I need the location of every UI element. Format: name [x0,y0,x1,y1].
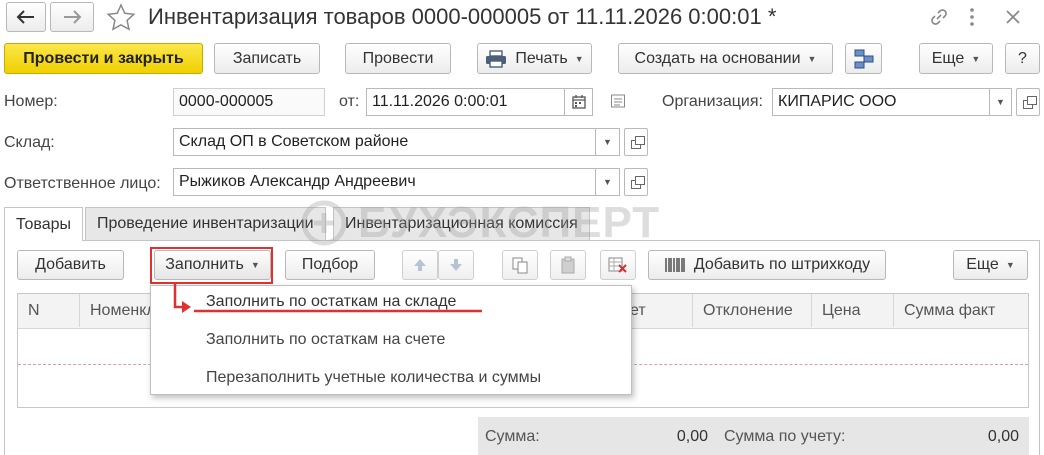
barcode-icon [665,258,685,272]
column-header-sum-fact[interactable]: Сумма факт [894,294,1028,327]
post-button[interactable]: Провести [345,43,451,74]
copy-button[interactable] [502,250,538,280]
move-up-button[interactable] [402,250,438,280]
menu-item-fill-by-account[interactable]: Заполнить по остаткам на счете [206,331,445,349]
window-title: Инвентаризация товаров 0000-000005 от 11… [148,4,777,29]
chevron-down-icon: ▼ [574,53,584,64]
post-and-close-button[interactable]: Провести и закрыть [4,43,203,74]
table-more-label: Еще [966,256,999,273]
save-button[interactable]: Записать [214,43,320,74]
warehouse-dropdown-button[interactable]: ▼ [596,128,620,156]
forward-button[interactable] [50,2,94,32]
organization-dropdown-button[interactable]: ▼ [990,88,1012,116]
sum-value: 0,00 [676,428,708,445]
tab-inventory-posting[interactable]: Проведение инвентаризации [85,207,326,240]
chevron-down-icon: ▼ [807,53,817,64]
more-button[interactable]: Еще ▼ [919,43,993,74]
selection-button[interactable]: Подбор [285,250,375,280]
chevron-down-icon: ▼ [1005,260,1015,270]
annotation-arrow [173,282,482,313]
responsible-open-button[interactable] [624,168,648,196]
organization-open-button[interactable] [1016,88,1040,116]
link-icon[interactable] [928,6,950,28]
paste-button[interactable] [550,250,586,280]
create-based-on-label: Создать на основании [634,49,801,67]
date-field[interactable]: 11.11.2026 0:00:01 [366,88,565,116]
table-more-button[interactable]: Еще ▼ [953,250,1028,280]
tab-goods[interactable]: Товары [4,207,84,241]
star-icon[interactable] [106,3,136,31]
date-label: от: [339,93,360,110]
document-history-icon[interactable] [610,93,626,109]
calendar-icon [571,95,586,109]
fill-button-highlight-frame [150,247,273,284]
more-vertical-icon[interactable] [966,6,978,28]
add-row-button[interactable]: Добавить [17,250,124,280]
back-button[interactable] [6,2,46,32]
structure-button[interactable] [845,43,882,74]
paste-icon [561,256,575,274]
sum-account-label: Сумма по учету: [724,428,846,445]
printer-icon [486,49,507,68]
print-label: Печать [515,49,568,67]
arrow-up-icon [414,259,426,271]
number-field[interactable]: 0000-000005 [173,88,325,116]
create-based-on-button[interactable]: Создать на основании ▼ [618,43,833,74]
menu-item-refill-quantities[interactable]: Перезаполнить учетные количества и суммы [206,369,541,387]
warehouse-label: Склад: [4,134,55,151]
arrow-down-icon [450,259,462,271]
sum-label: Сумма: [485,428,540,445]
responsible-dropdown-button[interactable]: ▼ [596,168,620,196]
add-by-barcode-label: Добавить по штрихкоду [693,256,871,273]
add-by-barcode-button[interactable]: Добавить по штрихкоду [648,250,886,280]
more-label: Еще [931,49,965,67]
organization-label: Организация: [662,93,763,110]
responsible-label: Ответственное лицо: [4,175,161,192]
chevron-down-icon: ▼ [971,53,981,64]
arrow-left-icon [16,10,34,24]
calendar-button[interactable] [565,88,593,116]
print-button[interactable]: Печать ▼ [477,43,592,74]
close-icon[interactable] [1004,8,1022,26]
tab-inventory-commission[interactable]: Инвентаризационная комиссия [333,207,590,240]
copy-icon [512,257,528,274]
clear-table-icon [608,257,627,273]
column-header-n[interactable]: N [18,294,80,327]
sum-account-value: 0,00 [987,428,1019,445]
move-down-button[interactable] [438,250,474,280]
warehouse-field[interactable]: Склад ОП в Советском районе [173,128,596,156]
organization-field[interactable]: КИПАРИС ООО [772,88,990,116]
number-label: Номер: [4,93,58,110]
responsible-field[interactable]: Рыжиков Александр Андреевич [173,168,596,196]
column-header-price[interactable]: Цена [812,294,894,327]
help-button[interactable]: ? [1005,43,1040,74]
arrow-right-icon [64,10,82,24]
warehouse-open-button[interactable] [624,128,648,156]
column-header-deviation[interactable]: Отклонение [693,294,812,327]
clear-button[interactable] [600,250,636,280]
structure-icon [854,49,873,68]
